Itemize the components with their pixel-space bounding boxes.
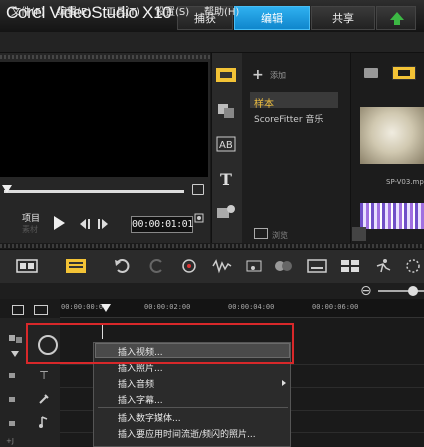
project-mode-label[interactable]: 项目 (22, 211, 40, 224)
tab-share[interactable]: 共享 (311, 6, 375, 30)
panel-grip[interactable] (0, 244, 424, 248)
previous-frame-icon[interactable] (78, 219, 92, 229)
play-button[interactable] (54, 216, 65, 230)
clip-mode-label[interactable]: 素材 (22, 224, 38, 235)
panel-grip[interactable] (0, 55, 210, 59)
browse-folder-icon[interactable] (254, 228, 268, 239)
marker-icon[interactable] (192, 184, 204, 195)
lock-icon[interactable] (8, 394, 16, 402)
menu-bar (0, 32, 424, 53)
ruler-tick: 00:00:02:00 (144, 303, 191, 311)
next-frame-icon[interactable] (96, 219, 110, 229)
chevron-down-icon[interactable] (11, 351, 19, 357)
video-filter-icon[interactable] (392, 66, 416, 80)
timecode-spin-icon[interactable] (194, 213, 204, 223)
svg-text:AB: AB (219, 140, 233, 151)
scrub-bar[interactable] (4, 190, 184, 193)
graphics-icon[interactable] (215, 203, 237, 221)
auto-music-icon[interactable] (244, 258, 266, 274)
media-thumbnail-label: SP-V03.mp (386, 178, 424, 186)
zoom-out-icon[interactable]: ⊖ (360, 283, 372, 299)
undo-icon[interactable] (112, 258, 134, 274)
track-visibility-icon[interactable] (8, 334, 24, 344)
lock-icon[interactable] (8, 370, 16, 378)
zoom-slider-knob[interactable] (408, 286, 418, 296)
voice-track-icon[interactable] (36, 415, 52, 429)
menu-item-insert-timelapse-photos[interactable]: 插入要应用时间流逝/频闪的照片... (118, 427, 256, 440)
menu-help[interactable]: 帮助(H) (204, 3, 239, 18)
menu-edit[interactable]: 编辑(E) (57, 3, 91, 18)
storyboard-view-icon[interactable] (16, 258, 38, 274)
menu-item-insert-audio[interactable]: 插入音频 (118, 377, 154, 390)
media-thumbnail[interactable] (360, 107, 424, 164)
audio-mixer-icon[interactable] (211, 258, 233, 274)
subtitle-editor-icon[interactable] (306, 258, 328, 274)
add-remove-chapter-icon[interactable] (34, 305, 48, 315)
menu-file[interactable]: 文件(F) (11, 3, 45, 18)
playhead[interactable] (101, 304, 111, 312)
tab-edit[interactable]: 编辑 (234, 6, 310, 30)
scroll-left-button[interactable] (352, 227, 366, 241)
scrub-handle[interactable] (2, 185, 12, 193)
menu-settings[interactable]: 设置(S) (155, 3, 189, 18)
time-remapping-icon[interactable] (372, 258, 394, 274)
timecode-display[interactable]: 00:00:01:01 (131, 216, 193, 233)
library-item-sample-label: 样本 (254, 99, 274, 110)
add-icon[interactable]: + (252, 67, 264, 83)
ruler-tick: 00:00:04:00 (228, 303, 275, 311)
folder-icon[interactable] (364, 68, 378, 78)
add-label[interactable]: 添加 (270, 70, 286, 81)
record-capture-icon[interactable] (178, 258, 200, 274)
svg-text:T: T (220, 170, 232, 188)
text-title-icon[interactable]: T (215, 170, 237, 188)
add-track-label[interactable]: +J (6, 437, 14, 445)
mask-creator-icon[interactable] (402, 258, 424, 274)
timeline-view-icon[interactable] (65, 258, 87, 274)
overlay-track-icon[interactable]: ⊤ (36, 369, 52, 383)
media-folder-icon[interactable] (215, 66, 237, 84)
menu-item-insert-subtitle[interactable]: 插入字幕... (118, 393, 163, 406)
menu-item-insert-digital-media[interactable]: 插入数字媒体... (118, 411, 181, 424)
lock-icon[interactable] (8, 418, 16, 426)
upload-arrow-icon[interactable] (376, 6, 416, 30)
transition-icon[interactable] (215, 101, 237, 119)
browse-label[interactable]: 浏览 (272, 230, 288, 241)
title-ab-icon[interactable]: AB (215, 135, 237, 153)
preview-window (0, 62, 208, 177)
highlight-annotation-box (26, 323, 294, 364)
menu-separator (98, 407, 288, 408)
redo-icon[interactable] (145, 258, 167, 274)
multi-camera-icon[interactable] (339, 258, 361, 274)
motion-tracking-icon[interactable] (272, 258, 294, 274)
ruler-tick: 00:00:06:00 (312, 303, 359, 311)
menu-tools[interactable]: 工具(T) (106, 3, 140, 18)
library-item-scorefitter[interactable]: ScoreFitter 音乐 (254, 112, 323, 125)
track-manager-icon[interactable] (12, 305, 24, 315)
media-thumbnail[interactable] (360, 203, 424, 229)
title-track-icon[interactable] (36, 392, 52, 406)
submenu-arrow-icon (282, 380, 286, 386)
